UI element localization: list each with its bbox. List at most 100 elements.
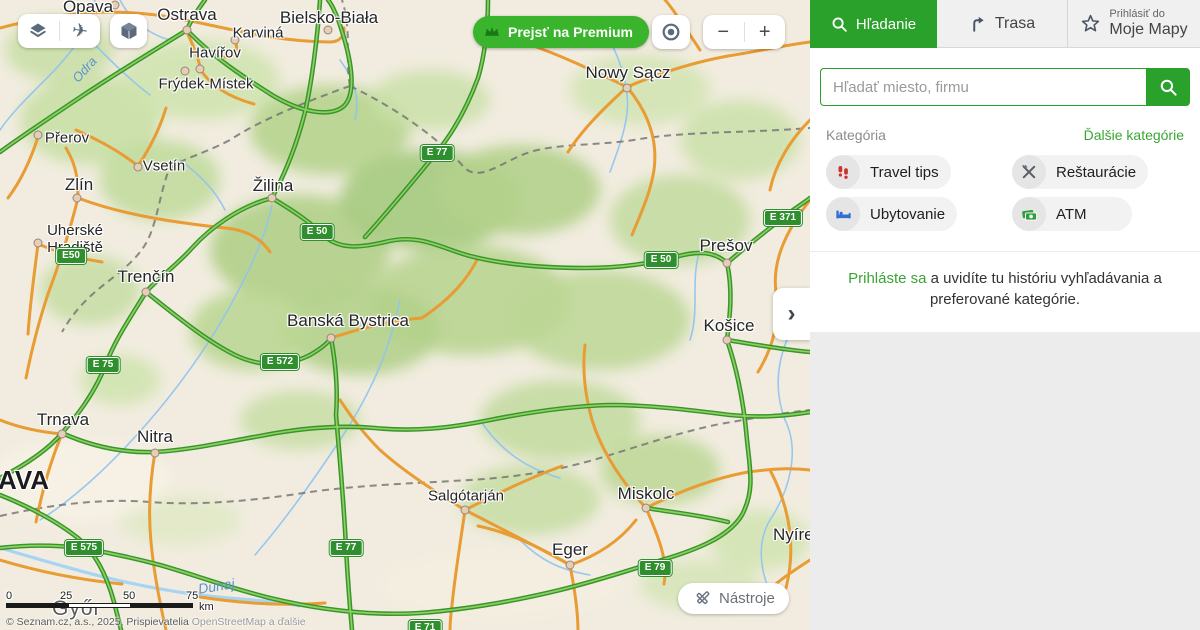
panel-tabs: Hľadanie Trasa Prihlásiť do Moje Mapy — [810, 0, 1200, 48]
tab-route[interactable]: Trasa — [937, 0, 1068, 47]
atm-icon — [1012, 197, 1046, 231]
map-canvas[interactable]: Opava Ostrava Karviná Havířov Frýdek-Mís… — [0, 0, 810, 630]
category-label: Ubytovanie — [870, 206, 945, 223]
road-shield: E 572 — [261, 354, 299, 370]
road-shield: E 77 — [421, 145, 454, 161]
city-label: Přerov — [45, 130, 89, 147]
search-row — [820, 68, 1190, 106]
more-categories-link[interactable]: Ďalšie kategórie — [1084, 127, 1184, 143]
scale-tick: 25 — [60, 590, 72, 602]
map-scale: 0 25 50 75 km — [6, 590, 193, 608]
city-dot — [461, 506, 470, 515]
category-label: ATM — [1056, 206, 1087, 223]
city-label: Trenčín — [117, 267, 174, 287]
tools-icon — [692, 589, 711, 608]
map-attribution: © Seznam.cz, a.s., 2025, Prispievatelia … — [6, 616, 306, 628]
category-label: Reštaurácie — [1056, 164, 1136, 181]
road-shield: E 50 — [301, 224, 334, 240]
category-accommodation[interactable]: Ubytovanie — [826, 197, 957, 231]
attribution-osm-link[interactable]: OpenStreetMap — [192, 616, 266, 628]
scale-unit: km — [199, 601, 214, 613]
search-icon — [1159, 78, 1178, 97]
road-shield: E 75 — [87, 357, 120, 373]
3d-view-button[interactable] — [110, 14, 147, 48]
route-icon — [969, 15, 987, 33]
city-dot — [723, 259, 732, 268]
tools-button[interactable]: Nástroje — [678, 583, 789, 614]
city-label: Miskolc — [618, 484, 675, 504]
category-chips: Travel tips Reštaurácie — [826, 155, 1184, 231]
tab-search-label: Hľadanie — [856, 16, 916, 33]
flight-view-button[interactable]: ✈ — [60, 14, 101, 48]
signin-text: a uvidíte tu históriu vyhľadávania a pre… — [927, 270, 1162, 308]
signin-prompt: Prihláste sa a uvidíte tu históriu vyhľa… — [810, 251, 1200, 332]
bed-icon — [826, 197, 860, 231]
panel-collapse-button[interactable]: › — [773, 288, 810, 340]
road-shield: E50 — [56, 248, 86, 264]
scale-tick: 50 — [123, 590, 135, 602]
attribution-suffix: a ďalšie — [266, 616, 306, 628]
tab-login-label: Moje Mapy — [1109, 21, 1187, 39]
zoom-out-button[interactable]: − — [703, 15, 744, 49]
tab-login-label-small: Prihlásiť do — [1109, 8, 1187, 21]
city-dot — [623, 84, 632, 93]
city-dot — [58, 430, 67, 439]
zoom-controls: − + — [703, 15, 785, 49]
app-window: Opava Ostrava Karviná Havířov Frýdek-Mís… — [0, 0, 1200, 630]
premium-button-label: Prejsť na Premium — [508, 24, 633, 40]
plane-icon: ✈ — [70, 19, 89, 44]
city-label: Havířov — [189, 45, 241, 62]
city-label: Prešov — [700, 236, 753, 256]
road-shield: E 79 — [639, 560, 672, 576]
category-travel-tips[interactable]: Travel tips — [826, 155, 951, 189]
locate-icon — [660, 21, 682, 43]
city-dot — [142, 288, 151, 297]
road-shield: E 371 — [764, 210, 802, 226]
search-icon — [831, 16, 848, 33]
search-input[interactable] — [820, 68, 1146, 106]
footprints-icon — [826, 155, 860, 189]
city-label: Eger — [552, 540, 588, 560]
zoom-in-button[interactable]: + — [745, 15, 786, 49]
scale-bar — [6, 603, 193, 608]
city-label: Karviná — [233, 25, 284, 42]
scale-tick: 0 — [6, 590, 12, 602]
road-shield: E 575 — [65, 540, 103, 556]
categories-header: Kategória Ďalšie kategórie — [826, 127, 1184, 143]
tab-route-label: Trasa — [995, 15, 1035, 33]
search-submit-button[interactable] — [1146, 68, 1190, 106]
city-label: Vsetín — [143, 158, 186, 175]
city-label: Trnava — [37, 410, 89, 430]
tab-search[interactable]: Hľadanie — [810, 0, 937, 48]
scale-tick: 75 — [186, 590, 198, 602]
city-dot — [196, 65, 205, 74]
category-restaurants[interactable]: Reštaurácie — [1012, 155, 1148, 189]
city-label: Zlín — [65, 175, 93, 195]
city-dot — [723, 336, 732, 345]
locate-me-button[interactable] — [652, 15, 690, 49]
city-dot — [327, 334, 336, 343]
road-shield: E 50 — [645, 252, 678, 268]
city-label: Bielsko-Biała — [280, 8, 378, 28]
city-dot — [566, 561, 575, 570]
premium-button[interactable]: Prejsť na Premium — [473, 16, 649, 48]
tab-login[interactable]: Prihlásiť do Moje Mapy — [1068, 0, 1200, 47]
tools-button-label: Nástroje — [719, 590, 775, 607]
city-label: Košice — [703, 316, 754, 336]
city-label: Frýdek-Místek — [158, 76, 253, 93]
side-panel: Hľadanie Trasa Prihlásiť do Moje Mapy — [810, 0, 1200, 630]
city-label: Nowy Sącz — [585, 63, 670, 83]
layers-icon — [28, 21, 48, 41]
star-icon — [1080, 13, 1101, 34]
category-atm[interactable]: ATM — [1012, 197, 1132, 231]
city-label: AVA — [0, 465, 49, 496]
city-dot — [34, 131, 43, 140]
city-label: Nyíregyháza — [773, 525, 810, 545]
city-dot — [642, 504, 651, 513]
signin-link[interactable]: Prihláste sa — [848, 270, 926, 287]
layers-button[interactable] — [18, 14, 59, 48]
city-dot — [183, 26, 192, 35]
city-dot — [181, 67, 190, 76]
city-label: Nitra — [137, 427, 173, 447]
attribution-text: © Seznam.cz, a.s., 2025, Prispievatelia — [6, 616, 192, 628]
